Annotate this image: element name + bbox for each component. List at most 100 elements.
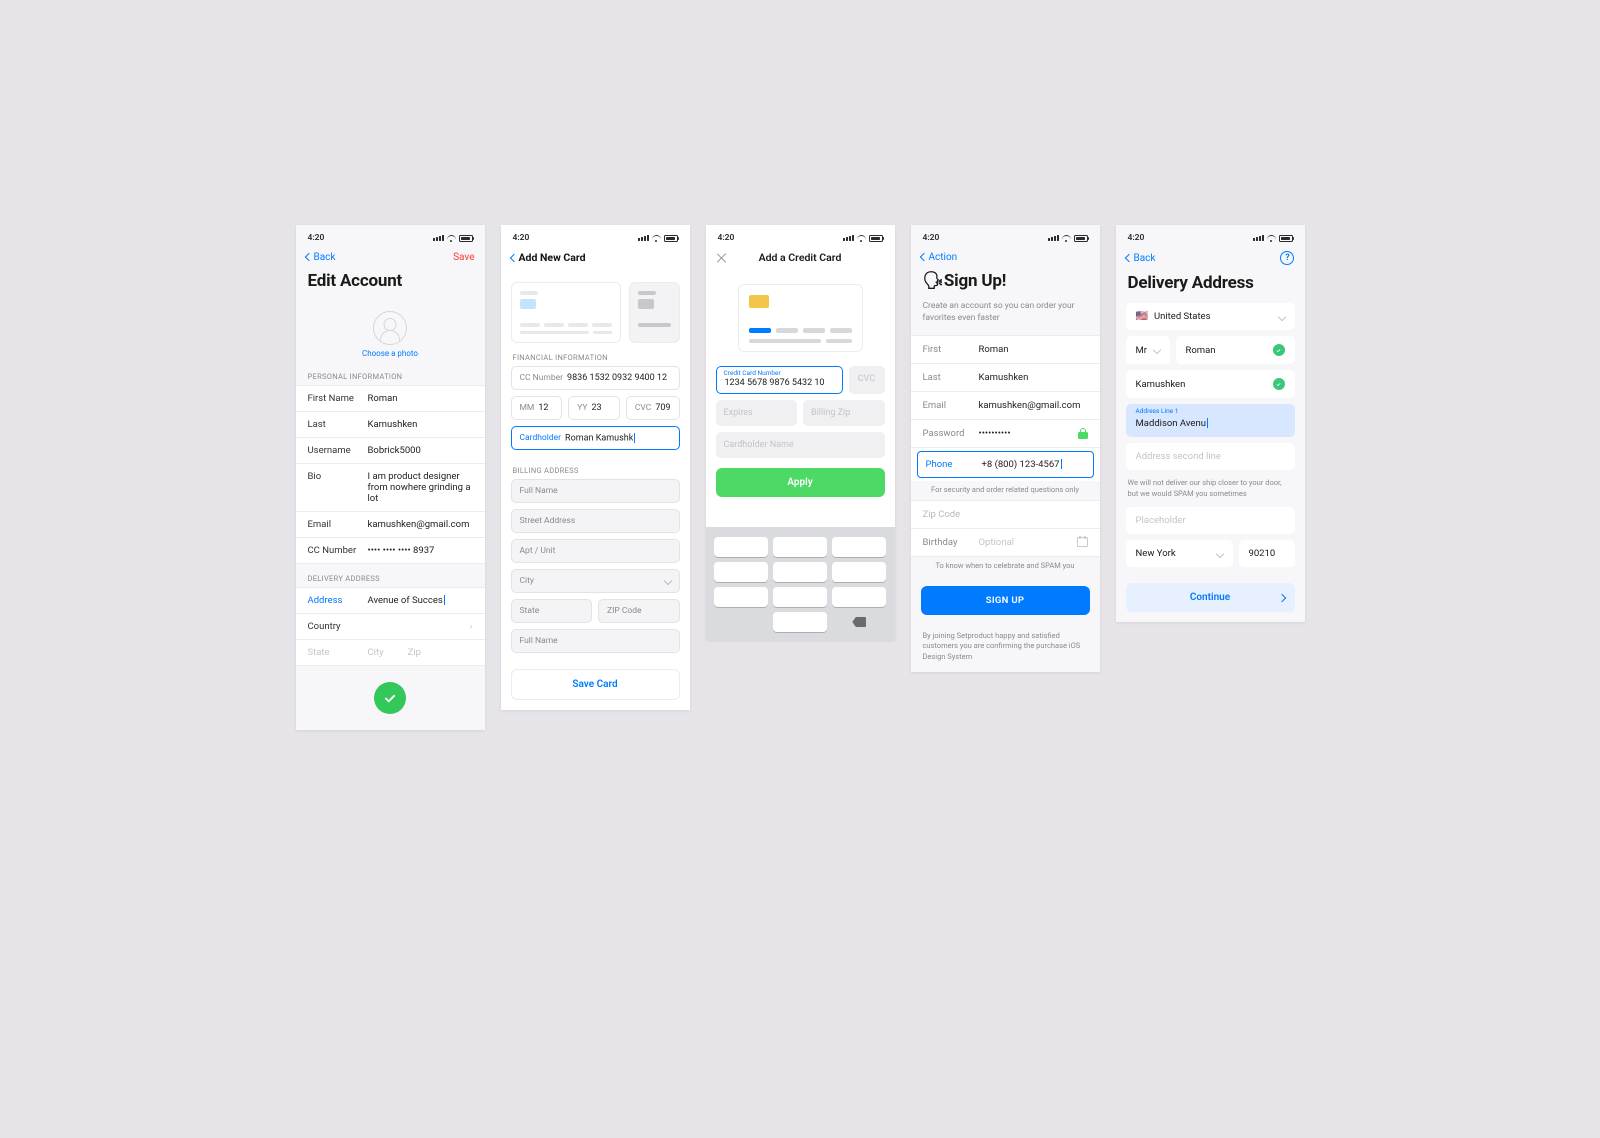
ccnumber-input[interactable]: CC Number9836 1532 0932 9400 12 <box>511 366 680 390</box>
question-icon: ? <box>1285 253 1289 263</box>
address-value: Avenue of Succes <box>368 595 473 606</box>
chevron-left-icon <box>304 253 312 261</box>
address2-input[interactable]: Address second line <box>1126 443 1295 470</box>
nav-title: Add New Card <box>519 251 586 264</box>
numkey-6[interactable] <box>832 562 886 582</box>
phone-row[interactable]: Phone+8 (800) 123-4567 <box>917 451 1094 478</box>
page-title: 🗣Sign Up! <box>911 271 1100 301</box>
zip-label: Zip <box>408 647 421 658</box>
zip-input[interactable]: 90210 <box>1239 540 1295 567</box>
choose-photo-link[interactable]: Choose a photo <box>362 349 418 358</box>
numkey-8[interactable] <box>773 587 827 607</box>
country-row[interactable]: Country› <box>296 614 485 640</box>
check-circle-icon <box>1273 344 1285 356</box>
zip-value: 90210 <box>1249 548 1276 559</box>
first-name-row[interactable]: First NameRoman <box>296 386 485 412</box>
back-button[interactable]: Action <box>921 252 958 263</box>
back-button[interactable]: Back <box>1126 253 1156 264</box>
card-preview-2[interactable] <box>629 282 680 343</box>
continue-button[interactable]: Continue <box>1126 583 1295 612</box>
numkey-0[interactable] <box>773 612 827 632</box>
avatar-section: Choose a photo <box>296 301 485 362</box>
cardholder-input[interactable]: Cardholder Name <box>716 432 885 458</box>
credit-card-icon <box>738 284 863 352</box>
apt-input[interactable]: Apt / Unit <box>511 539 680 563</box>
ccnumber-row[interactable]: CC Number•••• •••• •••• 8937 <box>296 538 485 563</box>
address1-input[interactable]: Address Line 1Maddison Avenu <box>1126 404 1295 437</box>
help-button[interactable]: ? <box>1280 251 1294 265</box>
email-label: Email <box>923 400 969 411</box>
first-row[interactable]: FirstRoman <box>911 336 1100 364</box>
street-input[interactable]: Street Address <box>511 509 680 533</box>
card-chip-icon <box>638 299 654 309</box>
mm-input[interactable]: MM12 <box>511 396 563 420</box>
signal-icon <box>1253 235 1264 241</box>
save-card-button[interactable]: Save Card <box>511 669 680 700</box>
numkey-9[interactable] <box>832 587 886 607</box>
state-city-zip-row[interactable]: StateCityZip <box>296 640 485 665</box>
back-button[interactable]: Add New Card <box>511 251 586 264</box>
cvc-label: CVC <box>635 403 651 413</box>
country-select[interactable]: 🇺🇸United States <box>1126 303 1295 330</box>
ccnumber-input[interactable]: Credit Card Number 1234 5678 9876 5432 1… <box>716 366 843 394</box>
apply-button[interactable]: Apply <box>716 468 885 497</box>
password-row[interactable]: Password•••••••••• <box>911 420 1100 448</box>
state-input[interactable]: State <box>511 599 593 623</box>
numkey-1[interactable] <box>714 537 768 557</box>
salutation-select[interactable]: Mr <box>1126 336 1170 364</box>
cvc-input[interactable]: CVC <box>849 366 885 394</box>
flag-icon: 🇺🇸 <box>1136 311 1148 322</box>
signup-button[interactable]: Sign Up <box>921 586 1090 615</box>
status-bar: 4:20 <box>501 225 690 247</box>
zipcode-input[interactable]: ZIP Code <box>598 599 680 623</box>
email-row[interactable]: Emailkamushken@gmail.com <box>296 512 485 538</box>
last-name-value: Kamushken <box>368 419 473 430</box>
numkey-5[interactable] <box>773 562 827 582</box>
birthday-row[interactable]: BirthdayOptional <box>911 529 1100 557</box>
screen-delivery-address: 4:20 Back ? Delivery Address 🇺🇸United St… <box>1116 225 1305 622</box>
continue-label: Continue <box>1190 592 1230 603</box>
lastname-input[interactable]: Kamushken <box>1126 370 1295 398</box>
success-check-button[interactable] <box>374 682 406 714</box>
last-name-row[interactable]: Last Kamushken <box>296 412 485 438</box>
address-row[interactable]: AddressAvenue of Succes <box>296 588 485 614</box>
save-button[interactable]: Save <box>453 252 474 263</box>
billing-zip-input[interactable]: Billing Zip <box>803 400 885 426</box>
phone-label: Phone <box>926 459 972 470</box>
city-select[interactable]: City <box>511 569 680 593</box>
section-delivery: Delivery Address <box>296 564 485 587</box>
city-label: City <box>368 647 384 658</box>
numkey-7[interactable] <box>714 587 768 607</box>
zip-row[interactable]: Zip Code <box>911 501 1100 529</box>
numkey-delete[interactable] <box>832 612 886 632</box>
placeholder-input[interactable]: Placeholder <box>1126 507 1295 534</box>
expires-input[interactable]: Expires <box>716 400 798 426</box>
fullname-input[interactable]: Full Name <box>511 479 680 503</box>
back-button[interactable]: Back <box>306 252 336 263</box>
ccnumber-value: 9836 1532 0932 9400 12 <box>567 373 667 383</box>
chevron-right-icon <box>1277 593 1285 601</box>
email-row[interactable]: Emailkamushken@gmail.com <box>911 392 1100 420</box>
close-button[interactable] <box>716 252 728 264</box>
text-cursor-icon <box>444 595 445 605</box>
fullname-label: Full Name <box>520 486 558 496</box>
bio-row[interactable]: BioI am product designer from nowhere gr… <box>296 464 485 512</box>
city-select[interactable]: New York <box>1126 540 1233 567</box>
firstname-input[interactable]: Roman <box>1176 336 1295 364</box>
last-name-label: Last <box>308 419 360 430</box>
cardholder-input[interactable]: CardholderRoman Kamushk <box>511 426 680 450</box>
yy-input[interactable]: YY23 <box>568 396 620 420</box>
numkey-4[interactable] <box>714 562 768 582</box>
address2-placeholder: Address second line <box>1136 451 1221 462</box>
nav-bar: Action <box>911 247 1100 271</box>
fullname2-input[interactable]: Full Name <box>511 629 680 653</box>
status-icons <box>1253 235 1293 242</box>
username-row[interactable]: UsernameBobrick5000 <box>296 438 485 464</box>
card-preview-1[interactable] <box>511 282 621 343</box>
section-billing: Billing Address <box>501 456 690 479</box>
cvc-input[interactable]: CVC709 <box>626 396 680 420</box>
last-row[interactable]: LastKamushken <box>911 364 1100 392</box>
numkey-2[interactable] <box>773 537 827 557</box>
avatar-placeholder-icon[interactable] <box>373 311 407 345</box>
numkey-3[interactable] <box>832 537 886 557</box>
